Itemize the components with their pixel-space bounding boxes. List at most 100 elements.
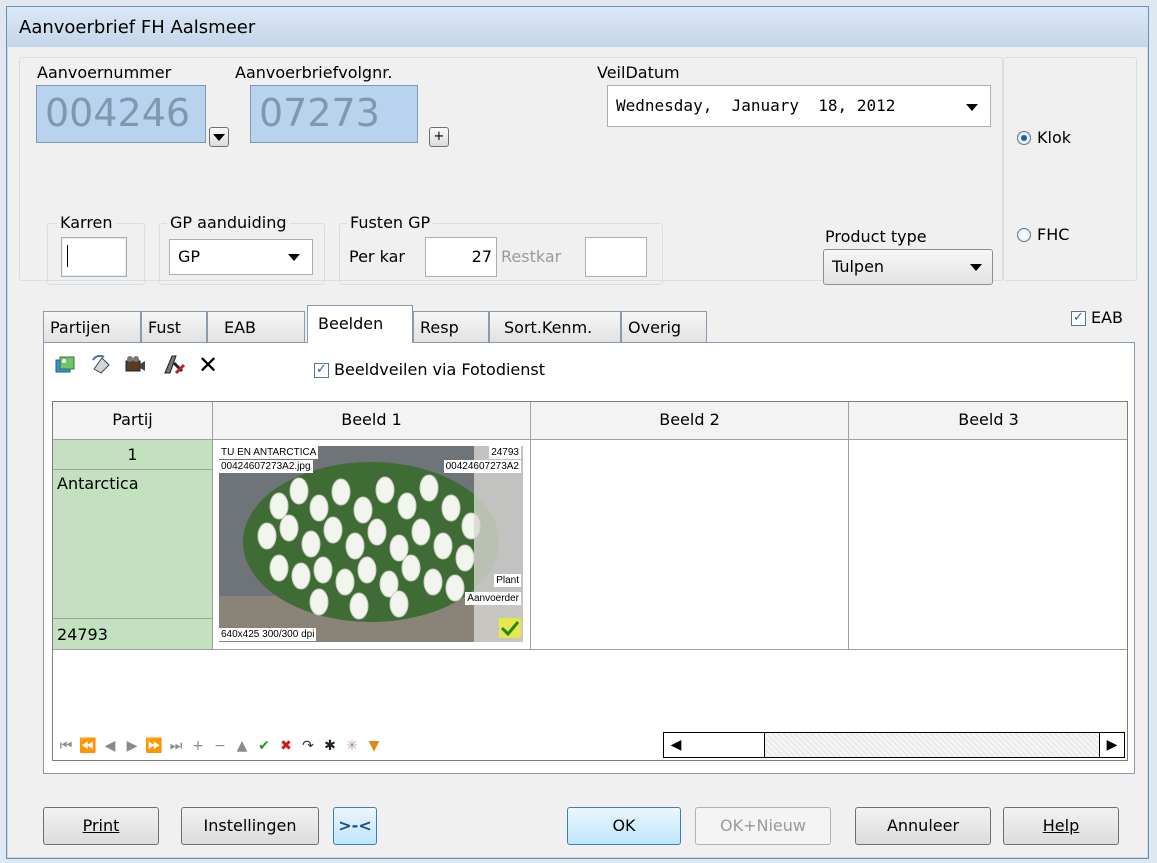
photo-id: 00424607273A2 [443,460,521,473]
product-type-label: Product type [825,227,927,246]
scroll-right-icon[interactable]: ▶ [1099,733,1124,757]
delete-icon[interactable]: ✕ [198,351,218,379]
eab-checkbox-label: EAB [1091,308,1124,327]
eab-checkbox[interactable]: ✓ [1071,311,1086,326]
perkar-input[interactable]: 27 [425,237,497,277]
chevron-down-icon [966,104,978,111]
restkar-input[interactable] [585,237,647,277]
partij-code: 24793 [53,618,213,649]
help-button[interactable]: Help [1003,807,1119,845]
perkar-label: Per kar [349,247,405,266]
insert-icon[interactable]: + [187,734,209,758]
record-navigator: ⏮ ⏪ ◀ ▶ ⏩ ⏭ + − ▲ ✔ ✖ ↷ ✱ ✳ ▼ [55,734,385,758]
scrollbar-thumb[interactable] [688,733,765,757]
beeldveilen-checkbox[interactable]: ✓ [314,363,329,378]
post-icon[interactable]: ✔ [253,734,275,758]
print-button[interactable]: Print [43,807,159,845]
tab-partijen[interactable]: Partijen [43,311,141,343]
filter-icon[interactable]: ▼ [363,734,385,758]
volgnr-field[interactable]: 07273 [250,85,418,143]
edit-icon[interactable]: ▲ [231,734,253,758]
tab-beelden[interactable]: Beelden [307,305,413,343]
radio-klok-label: Klok [1037,128,1071,147]
prior-page-icon[interactable]: ⏪ [77,734,99,758]
ok-button[interactable]: OK [567,807,681,845]
tab-fust[interactable]: Fust [141,311,207,343]
photo-title: TU EN ANTARCTICA [219,446,319,459]
apply-filter-icon[interactable]: ✱ [319,734,341,758]
plus-icon: + [433,129,445,144]
last-icon[interactable]: ⏭ [165,734,187,758]
first-icon[interactable]: ⏮ [55,734,77,758]
tulip-bouquet-image [219,446,523,642]
column-header-partij[interactable]: Partij [53,402,213,440]
tab-resp[interactable]: Resp [413,311,489,343]
gp-select-value: GP [178,247,201,266]
partij-name: Antarctica [53,470,213,618]
window-title: Aanvoerbrief FH Aalsmeer [19,17,256,38]
aanvoernummer-field[interactable]: 004246 [36,85,206,143]
instellingen-button[interactable]: Instellingen [181,807,319,845]
tab-sort-kenm[interactable]: Sort.Kenm. [489,311,621,343]
scroll-left-icon[interactable]: ◀ [664,733,689,757]
radio-klok[interactable] [1017,131,1031,145]
photo-code: 24793 [489,446,521,459]
beeld1-cell[interactable]: TU EN ANTARCTICA 24793 00424607273A2.jpg… [213,440,531,649]
camera-icon[interactable] [124,355,146,375]
radio-fhc-label: FHC [1037,225,1070,244]
refresh-icon[interactable]: ↷ [297,734,319,758]
cancel-icon[interactable]: ✖ [275,734,297,758]
aanvoernummer-label: Aanvoernummer [37,63,172,82]
karren-input[interactable] [61,237,127,277]
veildatum-label: VeilDatum [597,63,680,82]
horizontal-scrollbar[interactable]: ◀ ▶ [663,732,1125,758]
column-header-beeld3[interactable]: Beeld 3 [849,402,1127,440]
dialog-client: Aanvoernummer 004246 Aanvoerbriefvolgnr.… [17,51,1137,851]
photo-filename: 00424607273A2.jpg [219,460,313,473]
product-type-value: Tulpen [832,257,885,276]
beeldveilen-label: Beeldveilen via Fotodienst [334,360,546,379]
annuleer-button[interactable]: Annuleer [855,807,991,845]
prior-icon[interactable]: ◀ [99,734,121,758]
gp-label: GP aanduiding [167,213,290,232]
gp-select[interactable]: GP [169,239,313,275]
chevron-down-icon [970,264,982,271]
tab-panel-beelden: ✕ ✓ Beeldveilen via Fotodienst Partij Be… [43,342,1135,774]
chevron-down-icon [213,134,225,141]
volgnr-add-button[interactable]: + [429,127,449,147]
approved-check-icon[interactable] [499,618,521,638]
tab-eab[interactable]: EAB [207,311,305,343]
images-grid: Partij Beeld 1 Beeld 2 Beeld 3 1 Antarct… [52,401,1128,761]
next-icon[interactable]: ▶ [121,734,143,758]
table-row[interactable]: 1 Antarctica 24793 TU EN ANTARCTICA 2479… [53,440,1127,650]
next-page-icon[interactable]: ⏩ [143,734,165,758]
radio-fhc[interactable] [1017,228,1031,242]
veildatum-value: Wednesday, January 18, 2012 [616,96,896,115]
tab-overig[interactable]: Overig [621,311,707,343]
fusten-label: Fusten GP [347,213,434,232]
ok-nieuw-button[interactable]: OK+Nieuw [695,807,831,845]
remove-icon[interactable]: − [209,734,231,758]
rotate-image-icon[interactable] [90,354,112,375]
volgnr-label: Aanvoerbriefvolgnr. [235,63,393,82]
column-header-beeld1[interactable]: Beeld 1 [213,402,531,440]
restkar-label: Restkar [501,247,562,266]
column-header-beeld2[interactable]: Beeld 2 [531,402,849,440]
aanvoernummer-dropdown-button[interactable] [209,127,229,147]
photo-tag-aanvoerder: Aanvoerder [465,592,521,605]
dialog-window: Aanvoerbrief FH Aalsmeer Aanvoernummer 0… [6,6,1149,859]
mode-group [1003,57,1137,281]
partij-number: 1 [53,440,213,470]
veildatum-picker[interactable]: Wednesday, January 18, 2012 [607,85,991,127]
product-type-select[interactable]: Tulpen [823,249,993,285]
edit-image-icon[interactable] [162,353,186,377]
beeld2-cell[interactable] [531,440,849,649]
karren-label: Karren [57,213,116,232]
text-cursor [67,245,68,267]
clear-filter-icon[interactable]: ✳ [341,734,363,758]
flower-photo[interactable]: TU EN ANTARCTICA 24793 00424607273A2.jpg… [219,446,523,642]
swap-button[interactable]: >-< [333,807,377,845]
beeld3-cell[interactable] [849,440,1127,649]
photo-info: 640x425 300/300 dpi [219,628,317,641]
import-image-icon[interactable] [54,355,76,375]
